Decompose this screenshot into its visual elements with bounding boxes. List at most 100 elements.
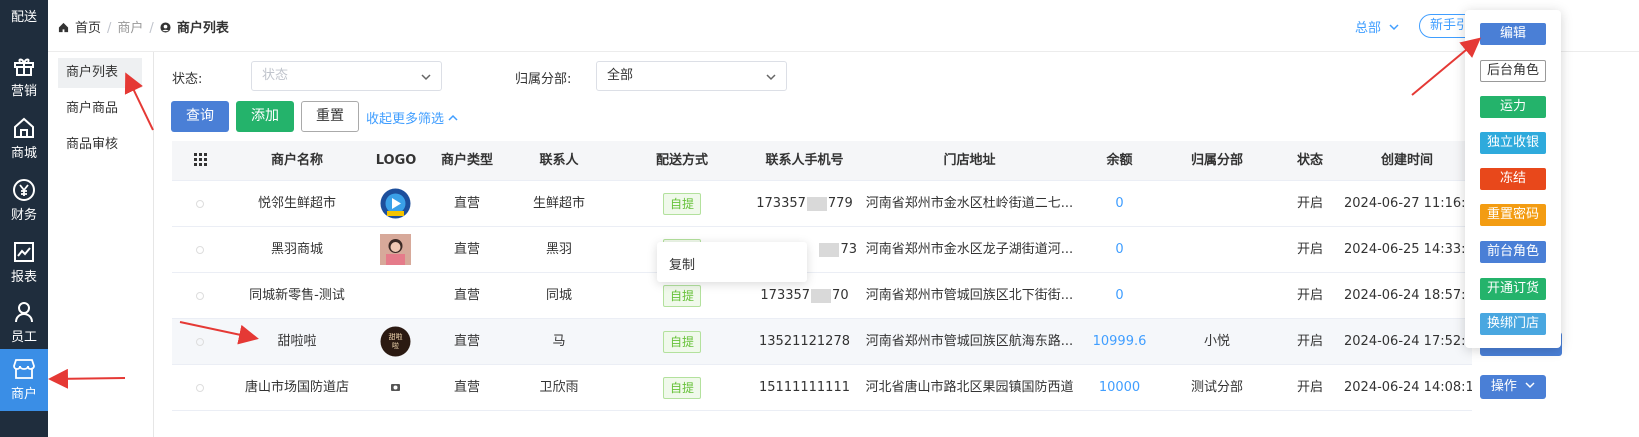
cell-balance[interactable]: 0 bbox=[1087, 181, 1152, 227]
sidebar-item-label: 财务 bbox=[10, 208, 37, 223]
cell-branch bbox=[1162, 273, 1272, 319]
truck-icon bbox=[12, 0, 36, 4]
breadcrumb-home[interactable]: 首页 bbox=[75, 21, 101, 36]
cell-merchant-name: 甜啦啦 bbox=[277, 334, 317, 349]
svg-text:甜啦: 甜啦 bbox=[389, 332, 403, 341]
cell-delivery: 自提 bbox=[622, 365, 742, 411]
sidebar-item-merchant[interactable]: 商户 bbox=[0, 349, 48, 411]
sidebar-item-label: 营销 bbox=[10, 84, 37, 99]
row-select-radio[interactable] bbox=[196, 384, 204, 392]
delivery-tag: 自提 bbox=[662, 284, 701, 307]
cell-status: 开启 bbox=[1296, 380, 1323, 395]
cell-merchant-name: 悦邻生鲜超市 bbox=[257, 196, 336, 211]
sidebar-item-marketing[interactable]: 营销 bbox=[0, 48, 48, 110]
row-select-radio[interactable] bbox=[196, 200, 204, 208]
cell-status: 开启 bbox=[1296, 196, 1323, 211]
chevron-up-icon bbox=[448, 114, 458, 121]
cell-address: 河北省唐山市路北区果园镇国防西道 bbox=[865, 380, 1074, 395]
cell-phone: 173357 779 bbox=[752, 181, 857, 227]
toggle-more-filters[interactable]: 收起更多筛选 bbox=[366, 108, 458, 127]
chevron-down-icon bbox=[1389, 24, 1399, 31]
action-capacity-button[interactable]: 运力 bbox=[1480, 96, 1546, 118]
cell-branch bbox=[1162, 181, 1272, 227]
chevron-down-icon bbox=[421, 74, 431, 81]
sidebar-item-reports[interactable]: 报表 bbox=[0, 234, 48, 296]
cell-address: 河南省郑州市金水区龙子湖街道河... bbox=[865, 242, 1074, 257]
column-header: 归属分部 bbox=[1190, 153, 1243, 168]
reset-button[interactable]: 重置 bbox=[301, 101, 359, 132]
cell-branch bbox=[1162, 227, 1272, 273]
top-header: 首页 / 商户 / 商户列表 总部 新手引导 bbox=[48, 0, 1639, 52]
cell-balance[interactable]: 0 bbox=[1087, 273, 1152, 319]
action-open-ordering-button[interactable]: 开通订货 bbox=[1480, 278, 1546, 300]
breadcrumb-parent[interactable]: 商户 bbox=[117, 21, 143, 36]
cell-balance[interactable]: 0 bbox=[1087, 227, 1152, 273]
action-backend-role-button[interactable]: 后台角色 bbox=[1480, 60, 1546, 82]
action-front-role-button[interactable]: 前台角色 bbox=[1480, 241, 1546, 263]
action-freeze-button[interactable]: 冻结 bbox=[1480, 168, 1546, 190]
phone-prefix: 173357 bbox=[760, 288, 811, 303]
action-edit-button[interactable]: 编辑 bbox=[1480, 23, 1546, 45]
branch-filter-label: 归属分部: bbox=[515, 72, 572, 87]
action-rebind-store-button[interactable]: 换绑门店 bbox=[1480, 313, 1546, 335]
column-header: 余额 bbox=[1106, 153, 1133, 168]
column-header: 创建时间 bbox=[1380, 153, 1433, 168]
cell-address: 河南省郑州市金水区杜岭街道二七... bbox=[865, 196, 1074, 211]
chevron-down-icon bbox=[1525, 382, 1535, 389]
sidebar-item-delivery[interactable]: 配送 bbox=[0, 0, 48, 34]
breadcrumb-separator: / bbox=[107, 21, 112, 36]
cell-merchant-name: 同城新零售-测试 bbox=[249, 288, 345, 303]
action-reset-password-button[interactable]: 重置密码 bbox=[1480, 204, 1546, 226]
submenu-item-merchant-goods[interactable]: 商户商品 bbox=[58, 94, 142, 124]
sidebar-item-finance[interactable]: 财务 bbox=[0, 172, 48, 234]
row-select-radio[interactable] bbox=[196, 292, 204, 300]
breadcrumb: 首页 / 商户 / 商户列表 bbox=[58, 17, 229, 36]
table-row[interactable]: 唐山市场国防道店 直营 卫欣雨 自提 15111111111 河北省唐山市路北区… bbox=[172, 365, 1472, 411]
chevron-down-icon bbox=[766, 74, 776, 81]
submenu-item-merchant-list[interactable]: 商户列表 bbox=[58, 58, 142, 88]
column-settings[interactable] bbox=[192, 141, 208, 181]
yen-icon bbox=[13, 179, 35, 201]
column-header: 门店地址 bbox=[943, 153, 996, 168]
cell-branch: 测试分部 bbox=[1190, 380, 1243, 395]
query-button[interactable]: 查询 bbox=[171, 101, 229, 132]
table-row[interactable]: 甜啦啦 甜啦 啦 直营 马 自提 13521121278 河南省郑州市管城回族区… bbox=[172, 319, 1472, 365]
cell-balance[interactable]: 10000 bbox=[1087, 365, 1152, 411]
row-select-radio[interactable] bbox=[196, 246, 204, 254]
table-row[interactable]: 同城新零售-测试 直营 同城 自提 173357 70 河南省郑州市管城回族区北下… bbox=[172, 273, 1472, 319]
table-row[interactable]: 悦邻生鲜超市 直营 生鲜超市 自提 173357 779 河南省郑州市金水区杜岭街… bbox=[172, 181, 1472, 227]
branch-select[interactable]: 全部 bbox=[596, 61, 787, 91]
phone-prefix: 173357 bbox=[756, 196, 806, 211]
ops-button[interactable]: 操作 bbox=[1480, 375, 1546, 399]
phone-mask bbox=[811, 288, 832, 303]
merchant-logo bbox=[380, 188, 411, 219]
cell-created: 2024-06-27 11:16:06 bbox=[1344, 196, 1472, 211]
table-row[interactable]: 黑羽商城 直营 黑羽 自提 73 河南省郑州市金水区龙子湖街道河... 0 开启… bbox=[172, 227, 1472, 273]
branch-switcher[interactable]: 总部 bbox=[1355, 17, 1399, 36]
cell-address: 河南省郑州市管城回族区航海东路... bbox=[865, 334, 1074, 349]
cell-merchant-type: 直营 bbox=[453, 242, 480, 257]
sidebar-item-label: 商城 bbox=[10, 146, 37, 161]
phone-mask bbox=[806, 196, 827, 211]
svg-text:啦: 啦 bbox=[392, 341, 399, 350]
column-header: 联系人手机号 bbox=[765, 153, 844, 168]
toggle-more-label: 收起更多筛选 bbox=[366, 112, 445, 127]
row-select-radio[interactable] bbox=[196, 338, 204, 346]
status-select[interactable]: 状态 bbox=[251, 61, 442, 91]
grid-icon bbox=[193, 153, 207, 166]
add-button[interactable]: 添加 bbox=[236, 101, 294, 132]
action-independent-cashier-button[interactable]: 独立收银 bbox=[1480, 132, 1546, 154]
context-menu-copy[interactable]: 复制 bbox=[669, 254, 695, 273]
action-dropdown: 编辑 后台角色 运力 独立收银 冻结 重置密码 前台角色 开通订货 换绑门店 bbox=[1465, 10, 1561, 348]
cell-balance[interactable]: 10999.6 bbox=[1087, 319, 1152, 365]
merchant-logo: 甜啦 啦 bbox=[380, 326, 411, 357]
submenu-item-goods-review[interactable]: 商品审核 bbox=[58, 130, 142, 160]
sidebar-item-mall[interactable]: 商城 bbox=[0, 110, 48, 172]
column-header: 联系人 bbox=[539, 153, 579, 168]
cell-created: 2024-06-24 18:57:47 bbox=[1344, 288, 1472, 303]
gift-icon bbox=[14, 58, 34, 76]
status-filter-label: 状态: bbox=[172, 72, 203, 87]
cell-branch: 小悦 bbox=[1203, 334, 1230, 349]
cell-status: 开启 bbox=[1296, 242, 1323, 257]
breadcrumb-separator: / bbox=[149, 21, 154, 36]
